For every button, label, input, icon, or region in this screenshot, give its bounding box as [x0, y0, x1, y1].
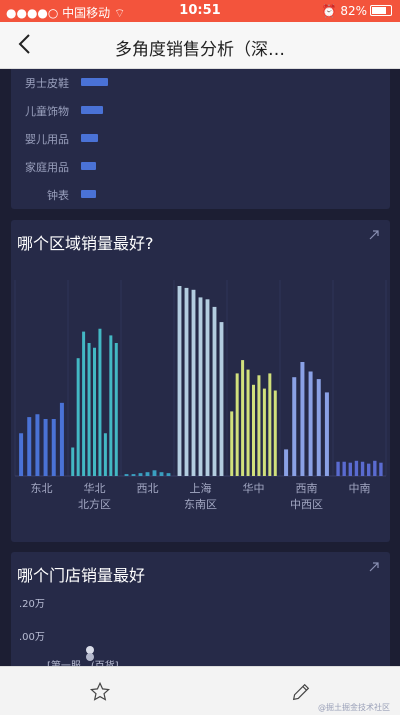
- x-tick-label: 上海: [190, 481, 212, 495]
- region-bar: [166, 473, 171, 476]
- region-bar: [51, 419, 56, 476]
- region-bar: [184, 287, 189, 476]
- nav-bar: 多角度销售分析（深…: [0, 22, 400, 69]
- region-bar: [138, 473, 143, 476]
- x-tick-label: 西南: [296, 482, 318, 495]
- region-bar: [98, 328, 102, 476]
- category-row: 男士皮鞋: [11, 75, 390, 90]
- region-bar: [373, 460, 377, 476]
- report-scroll-area[interactable]: 男士皮鞋儿童饰物婴儿用品家庭用品钟表 哪个区域销量最好? 东北 华北 西北 上海 华中 西…: [0, 69, 400, 666]
- region-bar: [241, 360, 245, 476]
- region-bar: [87, 343, 91, 476]
- region-bar: [27, 417, 32, 476]
- region-bar: [198, 297, 203, 476]
- category-row: 婴儿用品: [11, 131, 390, 146]
- region-bar: [252, 384, 255, 476]
- store-x-label: [第一服…(百货]: [47, 657, 119, 666]
- region-bar: [93, 347, 96, 476]
- category-label: 儿童饰物: [25, 105, 69, 118]
- category-bar: [81, 190, 96, 198]
- region-bar: [354, 460, 359, 476]
- region-bar: [284, 449, 289, 476]
- region-bar: [230, 411, 234, 476]
- region-bar: [219, 322, 224, 476]
- region-bar: [76, 358, 80, 476]
- region-bar: [103, 433, 107, 476]
- expand-icon[interactable]: [368, 561, 380, 573]
- region-bar: [212, 306, 217, 476]
- region-bar: [246, 369, 250, 476]
- region-bar: [273, 390, 277, 476]
- edit-pencil-icon[interactable]: [290, 681, 312, 703]
- status-bar: ●●●●○ 中国移动 ⌔ 10:51 ⏰ 82%: [0, 0, 400, 22]
- region-bar: [124, 474, 129, 476]
- region-bar: [109, 335, 113, 476]
- category-row: 儿童饰物: [11, 103, 390, 118]
- category-row: 钟表: [11, 187, 390, 202]
- region-bar: [177, 286, 182, 476]
- region-bar: [205, 299, 210, 476]
- region-bar: [19, 433, 24, 476]
- x-tick-label: 华北: [84, 481, 106, 495]
- region-bar: [131, 474, 136, 476]
- region-bar: [360, 461, 365, 476]
- expand-icon[interactable]: [368, 229, 380, 241]
- region-bar: [308, 371, 313, 476]
- category-label: 婴儿用品: [25, 133, 69, 146]
- region-bar: [152, 470, 157, 476]
- region-card-title: 哪个区域销量最好?: [17, 234, 154, 253]
- battery-icon: [370, 5, 392, 16]
- category-bar: [81, 78, 108, 86]
- region-bar: [114, 343, 118, 476]
- region-bar: [159, 472, 164, 476]
- region-bar: [59, 402, 64, 476]
- category-bar: [81, 134, 98, 142]
- region-bar: [292, 377, 297, 476]
- category-bar: [81, 162, 96, 170]
- battery-status: ⏰ 82%: [322, 4, 392, 18]
- y-tick-label: .20万: [19, 599, 45, 610]
- back-arrow-icon[interactable]: [14, 32, 38, 56]
- y-tick-label: .00万: [19, 632, 45, 643]
- group-label: 东南区: [184, 498, 217, 511]
- region-bar: [348, 462, 352, 476]
- x-tick-label: 西北: [137, 482, 159, 495]
- region-bar: [43, 419, 48, 476]
- watermark-text: @掘土掘金技术社区: [318, 703, 390, 712]
- region-bar: [324, 392, 329, 476]
- group-label: 北方区: [78, 497, 111, 511]
- x-tick-label: 华中: [243, 481, 265, 495]
- category-row: 家庭用品: [11, 159, 390, 174]
- category-label: 男士皮鞋: [25, 77, 69, 90]
- region-bar-chart: 东北 华北 西北 上海 华中 西南 中南北方区 东南区 中西区: [14, 280, 387, 511]
- star-icon[interactable]: [89, 681, 111, 703]
- category-sales-card: 男士皮鞋儿童饰物婴儿用品家庭用品钟表: [11, 69, 390, 209]
- region-bar: [342, 461, 346, 476]
- x-tick-label: 中南: [349, 482, 371, 495]
- bottom-toolbar: @掘土掘金技术社区: [0, 666, 400, 715]
- region-bar: [235, 373, 239, 476]
- region-bar: [145, 472, 150, 476]
- region-bar: [35, 414, 40, 476]
- region-bar: [379, 462, 383, 476]
- group-label: 中西区: [290, 498, 323, 511]
- region-sales-card: 哪个区域销量最好? 东北 华北 西北 上海 华中 西南 中南北方区 东南区 中西区: [11, 220, 390, 542]
- region-bar: [300, 362, 305, 476]
- store-sales-card: 哪个门店销量最好 .20万 .00万 [第一服…(百货]: [11, 552, 390, 666]
- category-bar: [81, 106, 103, 114]
- region-bar: [191, 289, 196, 476]
- region-bar: [336, 461, 340, 476]
- category-label: 家庭用品: [25, 161, 69, 174]
- store-card-title: 哪个门店销量最好: [17, 566, 146, 585]
- region-bar: [367, 463, 371, 476]
- category-label: 钟表: [47, 189, 69, 202]
- region-bar: [268, 373, 272, 476]
- region-bar: [82, 331, 86, 476]
- region-bar: [316, 379, 321, 476]
- region-bar: [262, 388, 266, 476]
- region-bar: [257, 375, 261, 476]
- region-bar: [71, 447, 75, 476]
- x-tick-label: 东北: [31, 482, 53, 495]
- page-title: 多角度销售分析（深…: [115, 40, 285, 60]
